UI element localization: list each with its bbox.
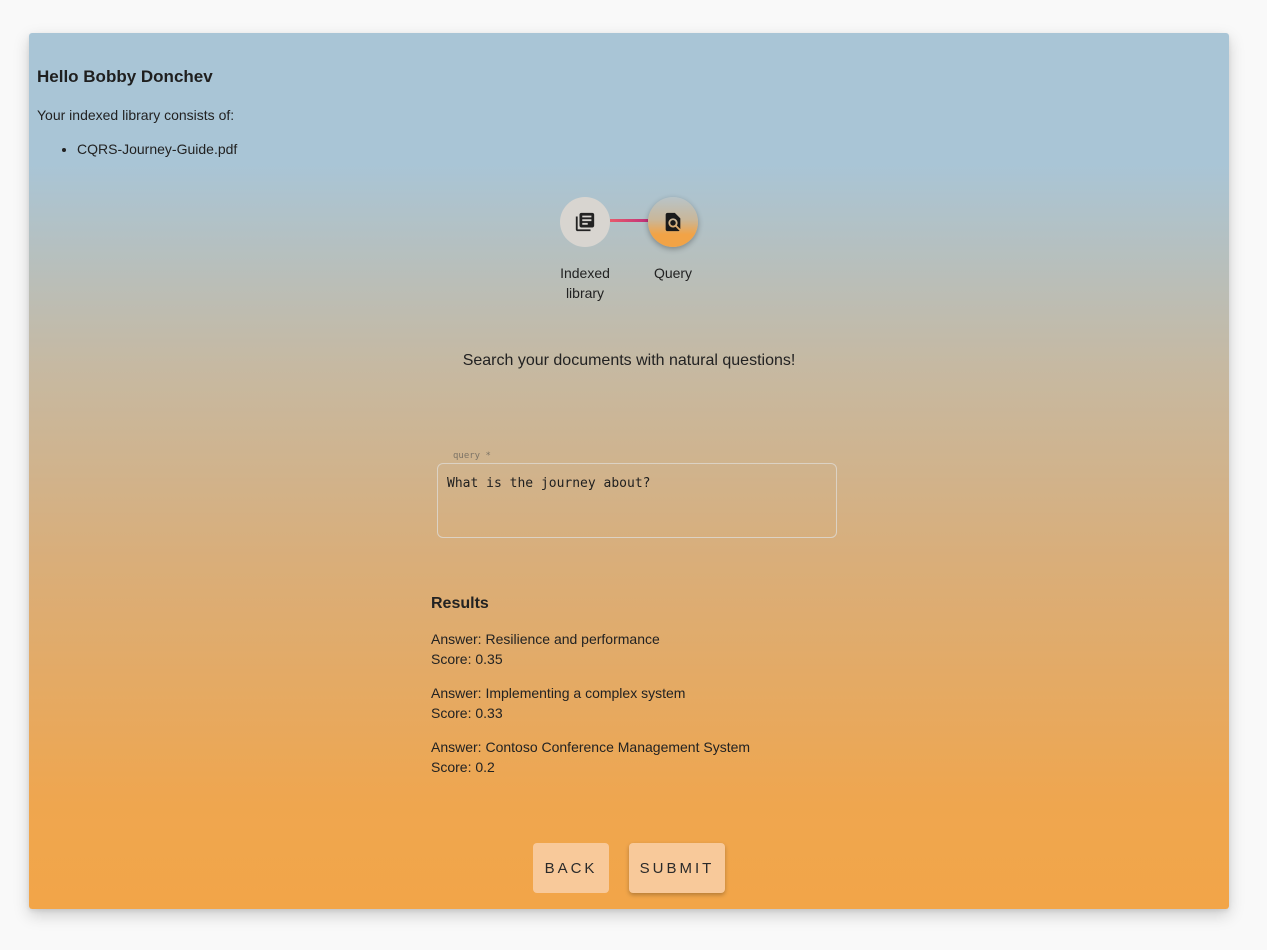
find-in-page-icon	[665, 212, 681, 232]
step-query[interactable]	[648, 197, 698, 247]
result-score: Score: 0.33	[431, 705, 503, 721]
main-card: Hello Bobby Donchev Your indexed library…	[29, 33, 1229, 909]
step-label-indexed-library: Indexed library	[560, 265, 610, 301]
result-answer: Answer: Contoso Conference Management Sy…	[431, 739, 751, 755]
step-connector	[610, 219, 648, 222]
greeting-heading: Hello Bobby Donchev	[37, 67, 213, 86]
library-list: CQRS-Journey-Guide.pdf	[37, 141, 237, 157]
query-input[interactable]: What is the journey about?	[437, 463, 837, 538]
step-label-query: Query	[653, 265, 693, 281]
library-list-item: CQRS-Journey-Guide.pdf	[77, 141, 237, 157]
submit-button[interactable]: SUBMIT	[629, 843, 725, 893]
results-heading: Results	[431, 595, 489, 612]
result-score: Score: 0.35	[431, 651, 503, 667]
result-answer: Answer: Implementing a complex system	[431, 685, 686, 701]
result-item: Answer: Implementing a complex system Sc…	[431, 683, 851, 723]
result-item: Answer: Resilience and performance Score…	[431, 629, 851, 669]
back-button[interactable]: BACK	[533, 843, 609, 893]
result-item: Answer: Contoso Conference Management Sy…	[431, 737, 851, 777]
query-field-label: query *	[453, 451, 491, 461]
library-books-icon	[575, 212, 595, 232]
results-section: Results Answer: Resilience and performan…	[431, 595, 851, 791]
result-answer: Answer: Resilience and performance	[431, 631, 660, 647]
tagline: Search your documents with natural quest…	[462, 352, 796, 369]
result-score: Score: 0.2	[431, 759, 495, 775]
step-indexed-library[interactable]	[560, 197, 610, 247]
library-intro-text: Your indexed library consists of:	[37, 107, 235, 123]
